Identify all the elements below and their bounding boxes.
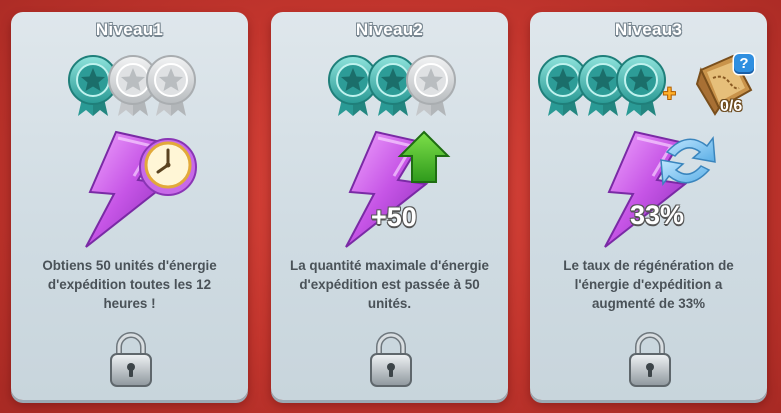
plus-symbol: + [663,81,676,106]
level-description: Obtiens 50 unités d'énergie d'expédition… [42,258,217,311]
energy-bolt-icon [85,130,197,248]
level-card-2[interactable]: Niveau2 +50 La quantité maximale d'énerg… [271,12,508,400]
energy-bolt-icon [604,130,716,248]
medal-empty-icon [406,55,456,116]
level-description: La quantité maximale d'énergie d'expédit… [290,258,489,311]
level-title: Niveau1 [95,20,164,39]
lock-icon [629,332,671,387]
lock-icon [110,332,152,387]
lock-icon [370,332,412,387]
medal-empty-icon [146,55,196,116]
stat-value: +50 [371,202,417,232]
level-card-3[interactable]: Niveau3 + ? 0/6 33% Le taux de régénérat… [530,12,767,400]
level-title: Niveau3 [614,20,683,39]
level-card-1[interactable]: Niveau1 Obtiens 50 unités d'énergie d'ex… [11,12,248,400]
progress-counter: 0/6 [720,98,743,115]
medal-earned-icon [616,55,666,116]
level-description: Le taux de régénération de l'énergie d'e… [563,258,734,311]
level-title: Niveau2 [355,20,424,39]
clock-icon [139,138,197,196]
stat-value: 33% [630,200,685,230]
help-badge[interactable]: ? [734,54,754,74]
